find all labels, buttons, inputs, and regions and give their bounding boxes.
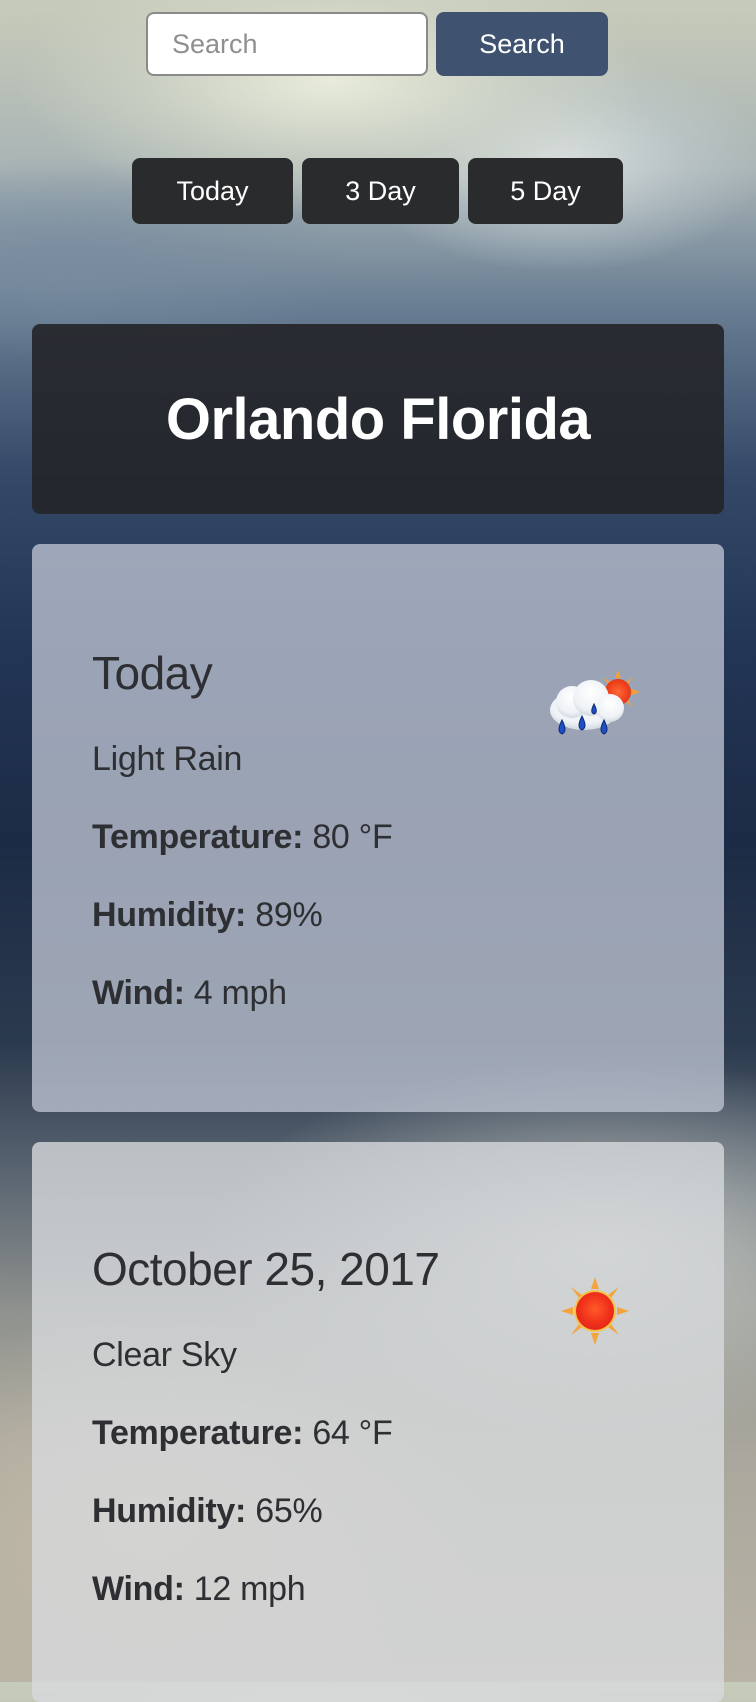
tab-today[interactable]: Today — [132, 158, 293, 224]
search-button[interactable]: Search — [436, 12, 608, 76]
weather-card-forecast: October 25, 2017 Clear Sky Temperature: … — [32, 1142, 724, 1702]
location-header: Orlando Florida — [32, 324, 724, 514]
humidity-value: 65% — [246, 1492, 323, 1530]
humidity-value: 89% — [246, 896, 323, 934]
temperature-label: Temperature: — [92, 818, 304, 856]
temperature-value: 64 °F — [303, 1414, 393, 1452]
wind-value: 12 mph — [184, 1570, 306, 1608]
tab-5-day[interactable]: 5 Day — [468, 158, 623, 224]
temperature-label: Temperature: — [92, 1414, 304, 1452]
wind-row: Wind: 12 mph — [92, 1570, 306, 1609]
weather-condition: Light Rain — [92, 740, 243, 778]
card-day-title: Today — [92, 647, 213, 699]
wind-label: Wind: — [92, 974, 185, 1012]
temperature-value: 80 °F — [303, 818, 393, 856]
location-title: Orlando Florida — [165, 386, 591, 452]
forecast-tabs: Today 3 Day 5 Day — [132, 158, 623, 224]
tab-3-day[interactable]: 3 Day — [302, 158, 459, 224]
wind-row: Wind: 4 mph — [92, 974, 287, 1013]
card-day-title: October 25, 2017 — [92, 1243, 440, 1295]
humidity-row: Humidity: 65% — [92, 1492, 323, 1531]
weather-card-today: Today Light Rain Temperature: 80 °F Humi… — [32, 544, 724, 1112]
wind-value: 4 mph — [184, 974, 287, 1012]
weather-condition: Clear Sky — [92, 1336, 237, 1374]
humidity-label: Humidity: — [92, 896, 247, 934]
temperature-row: Temperature: 80 °F — [92, 818, 393, 857]
wind-label: Wind: — [92, 1570, 185, 1608]
humidity-label: Humidity: — [92, 1492, 247, 1530]
sun-icon — [561, 1277, 629, 1345]
page: Search Today 3 Day 5 Day Orlando Florida… — [0, 0, 756, 1702]
temperature-row: Temperature: 64 °F — [92, 1414, 393, 1453]
search-input[interactable] — [146, 12, 428, 76]
search-bar: Search — [146, 12, 608, 76]
humidity-row: Humidity: 89% — [92, 896, 323, 935]
rain-with-sun-icon — [550, 670, 640, 735]
